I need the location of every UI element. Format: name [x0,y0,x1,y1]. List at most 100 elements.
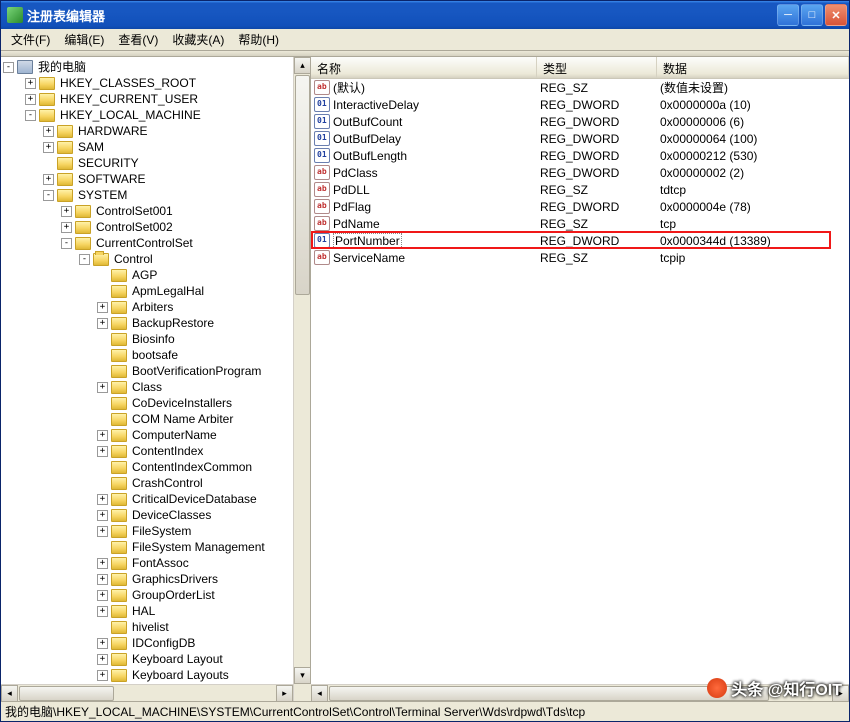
tree-item[interactable]: +FileSystem [3,523,293,539]
expand-icon[interactable]: + [25,78,36,89]
expand-icon[interactable]: + [43,126,54,137]
tree-root[interactable]: -我的电脑 [3,59,293,75]
tree-item[interactable]: +HARDWARE [3,123,293,139]
expand-icon[interactable]: - [25,110,36,121]
expand-icon[interactable]: + [97,446,108,457]
expand-icon[interactable]: + [97,654,108,665]
tree-item[interactable]: +Keyboard Layout [3,651,293,667]
expand-icon[interactable]: - [79,254,90,265]
expand-icon[interactable]: + [97,638,108,649]
value-row[interactable]: PdDLLREG_SZtdtcp [311,181,849,198]
expand-icon[interactable]: + [43,174,54,185]
scroll-left-icon[interactable]: ◂ [1,685,18,702]
expand-icon[interactable] [43,158,54,169]
expand-icon[interactable]: + [25,94,36,105]
tree-item[interactable]: +HAL [3,603,293,619]
tree-item[interactable]: BootVerificationProgram [3,363,293,379]
expand-icon[interactable]: + [97,430,108,441]
scroll-left-icon[interactable]: ◂ [311,685,328,702]
expand-icon[interactable] [97,286,108,297]
scroll-down-icon[interactable]: ▾ [294,667,311,684]
tree-item[interactable]: +ContentIndex [3,443,293,459]
scroll-thumb[interactable] [19,686,114,701]
tree-item[interactable]: -Control [3,251,293,267]
menu-view[interactable]: 查看(V) [112,29,164,50]
tree-v-scrollbar[interactable]: ▴ ▾ [293,57,310,701]
expand-icon[interactable]: - [61,238,72,249]
tree-item[interactable]: +ControlSet001 [3,203,293,219]
expand-icon[interactable]: + [97,302,108,313]
col-type[interactable]: 类型 [537,57,657,78]
tree-item[interactable]: Biosinfo [3,331,293,347]
tree-item[interactable]: +ControlSet002 [3,219,293,235]
scroll-thumb[interactable] [295,75,310,295]
tree-item[interactable]: -SYSTEM [3,187,293,203]
minimize-button[interactable]: ─ [777,4,799,26]
tree-item[interactable]: CoDeviceInstallers [3,395,293,411]
tree-item[interactable]: COM Name Arbiter [3,411,293,427]
menu-edit[interactable]: 编辑(E) [58,29,110,50]
expand-icon[interactable] [97,622,108,633]
value-row[interactable]: PdNameREG_SZtcp [311,215,849,232]
tree-item[interactable]: -CurrentControlSet [3,235,293,251]
close-button[interactable]: ✕ [825,4,847,26]
expand-icon[interactable] [97,366,108,377]
expand-icon[interactable]: + [97,670,108,681]
tree-item[interactable]: +IDConfigDB [3,635,293,651]
value-row[interactable]: PdFlagREG_DWORD0x0000004e (78) [311,198,849,215]
menu-help[interactable]: 帮助(H) [232,29,285,50]
tree-item[interactable]: +GroupOrderList [3,587,293,603]
expand-icon[interactable]: + [97,494,108,505]
tree-item[interactable]: -HKEY_LOCAL_MACHINE [3,107,293,123]
tree-item[interactable]: ContentIndexCommon [3,459,293,475]
tree-item[interactable]: +ComputerName [3,427,293,443]
expand-icon[interactable]: + [97,558,108,569]
menu-favorites[interactable]: 收藏夹(A) [166,29,230,50]
expand-icon[interactable]: + [97,606,108,617]
tree-scroll[interactable]: -我的电脑+HKEY_CLASSES_ROOT+HKEY_CURRENT_USE… [1,57,293,684]
expand-icon[interactable]: + [43,142,54,153]
scroll-up-icon[interactable]: ▴ [294,57,311,74]
expand-icon[interactable]: + [97,574,108,585]
value-row[interactable]: PdClassREG_DWORD0x00000002 (2) [311,164,849,181]
tree-item[interactable]: +DeviceClasses [3,507,293,523]
maximize-button[interactable]: □ [801,4,823,26]
tree-item[interactable]: +HKEY_CLASSES_ROOT [3,75,293,91]
tree-item[interactable]: bootsafe [3,347,293,363]
tree-item[interactable]: +Keyboard Layouts [3,667,293,683]
expand-icon[interactable] [97,542,108,553]
expand-icon[interactable] [97,334,108,345]
expand-icon[interactable] [97,350,108,361]
expand-icon[interactable] [97,478,108,489]
expand-icon[interactable]: + [97,590,108,601]
expand-icon[interactable]: + [61,222,72,233]
value-row[interactable]: (默认)REG_SZ(数值未设置) [311,79,849,96]
scroll-right-icon[interactable]: ▸ [276,685,293,702]
tree-item[interactable]: SECURITY [3,155,293,171]
tree-item[interactable]: +SOFTWARE [3,171,293,187]
expand-icon[interactable]: + [97,526,108,537]
tree-h-scrollbar[interactable]: ◂ ▸ [1,684,293,701]
tree-item[interactable]: +GraphicsDrivers [3,571,293,587]
expand-icon[interactable] [97,414,108,425]
titlebar[interactable]: 注册表编辑器 ─ □ ✕ [1,1,849,29]
tree-item[interactable]: AGP [3,267,293,283]
expand-icon[interactable] [97,270,108,281]
tree-item[interactable]: hivelist [3,619,293,635]
tree-item[interactable]: FileSystem Management [3,539,293,555]
value-row[interactable]: InteractiveDelayREG_DWORD0x0000000a (10) [311,96,849,113]
value-row[interactable]: OutBufDelayREG_DWORD0x00000064 (100) [311,130,849,147]
tree-item[interactable]: +SAM [3,139,293,155]
col-name[interactable]: 名称 [311,57,537,78]
expand-icon[interactable]: + [97,318,108,329]
value-row[interactable]: PortNumberREG_DWORD0x0000344d (13389) [311,232,849,249]
tree-item[interactable]: +HKEY_CURRENT_USER [3,91,293,107]
expand-icon[interactable]: + [97,382,108,393]
menu-file[interactable]: 文件(F) [5,29,56,50]
expand-icon[interactable]: + [97,510,108,521]
expand-icon[interactable]: - [43,190,54,201]
value-list[interactable]: (默认)REG_SZ(数值未设置)InteractiveDelayREG_DWO… [311,79,849,684]
tree-item[interactable]: ApmLegalHal [3,283,293,299]
value-row[interactable]: OutBufCountREG_DWORD0x00000006 (6) [311,113,849,130]
expand-icon[interactable]: + [61,206,72,217]
